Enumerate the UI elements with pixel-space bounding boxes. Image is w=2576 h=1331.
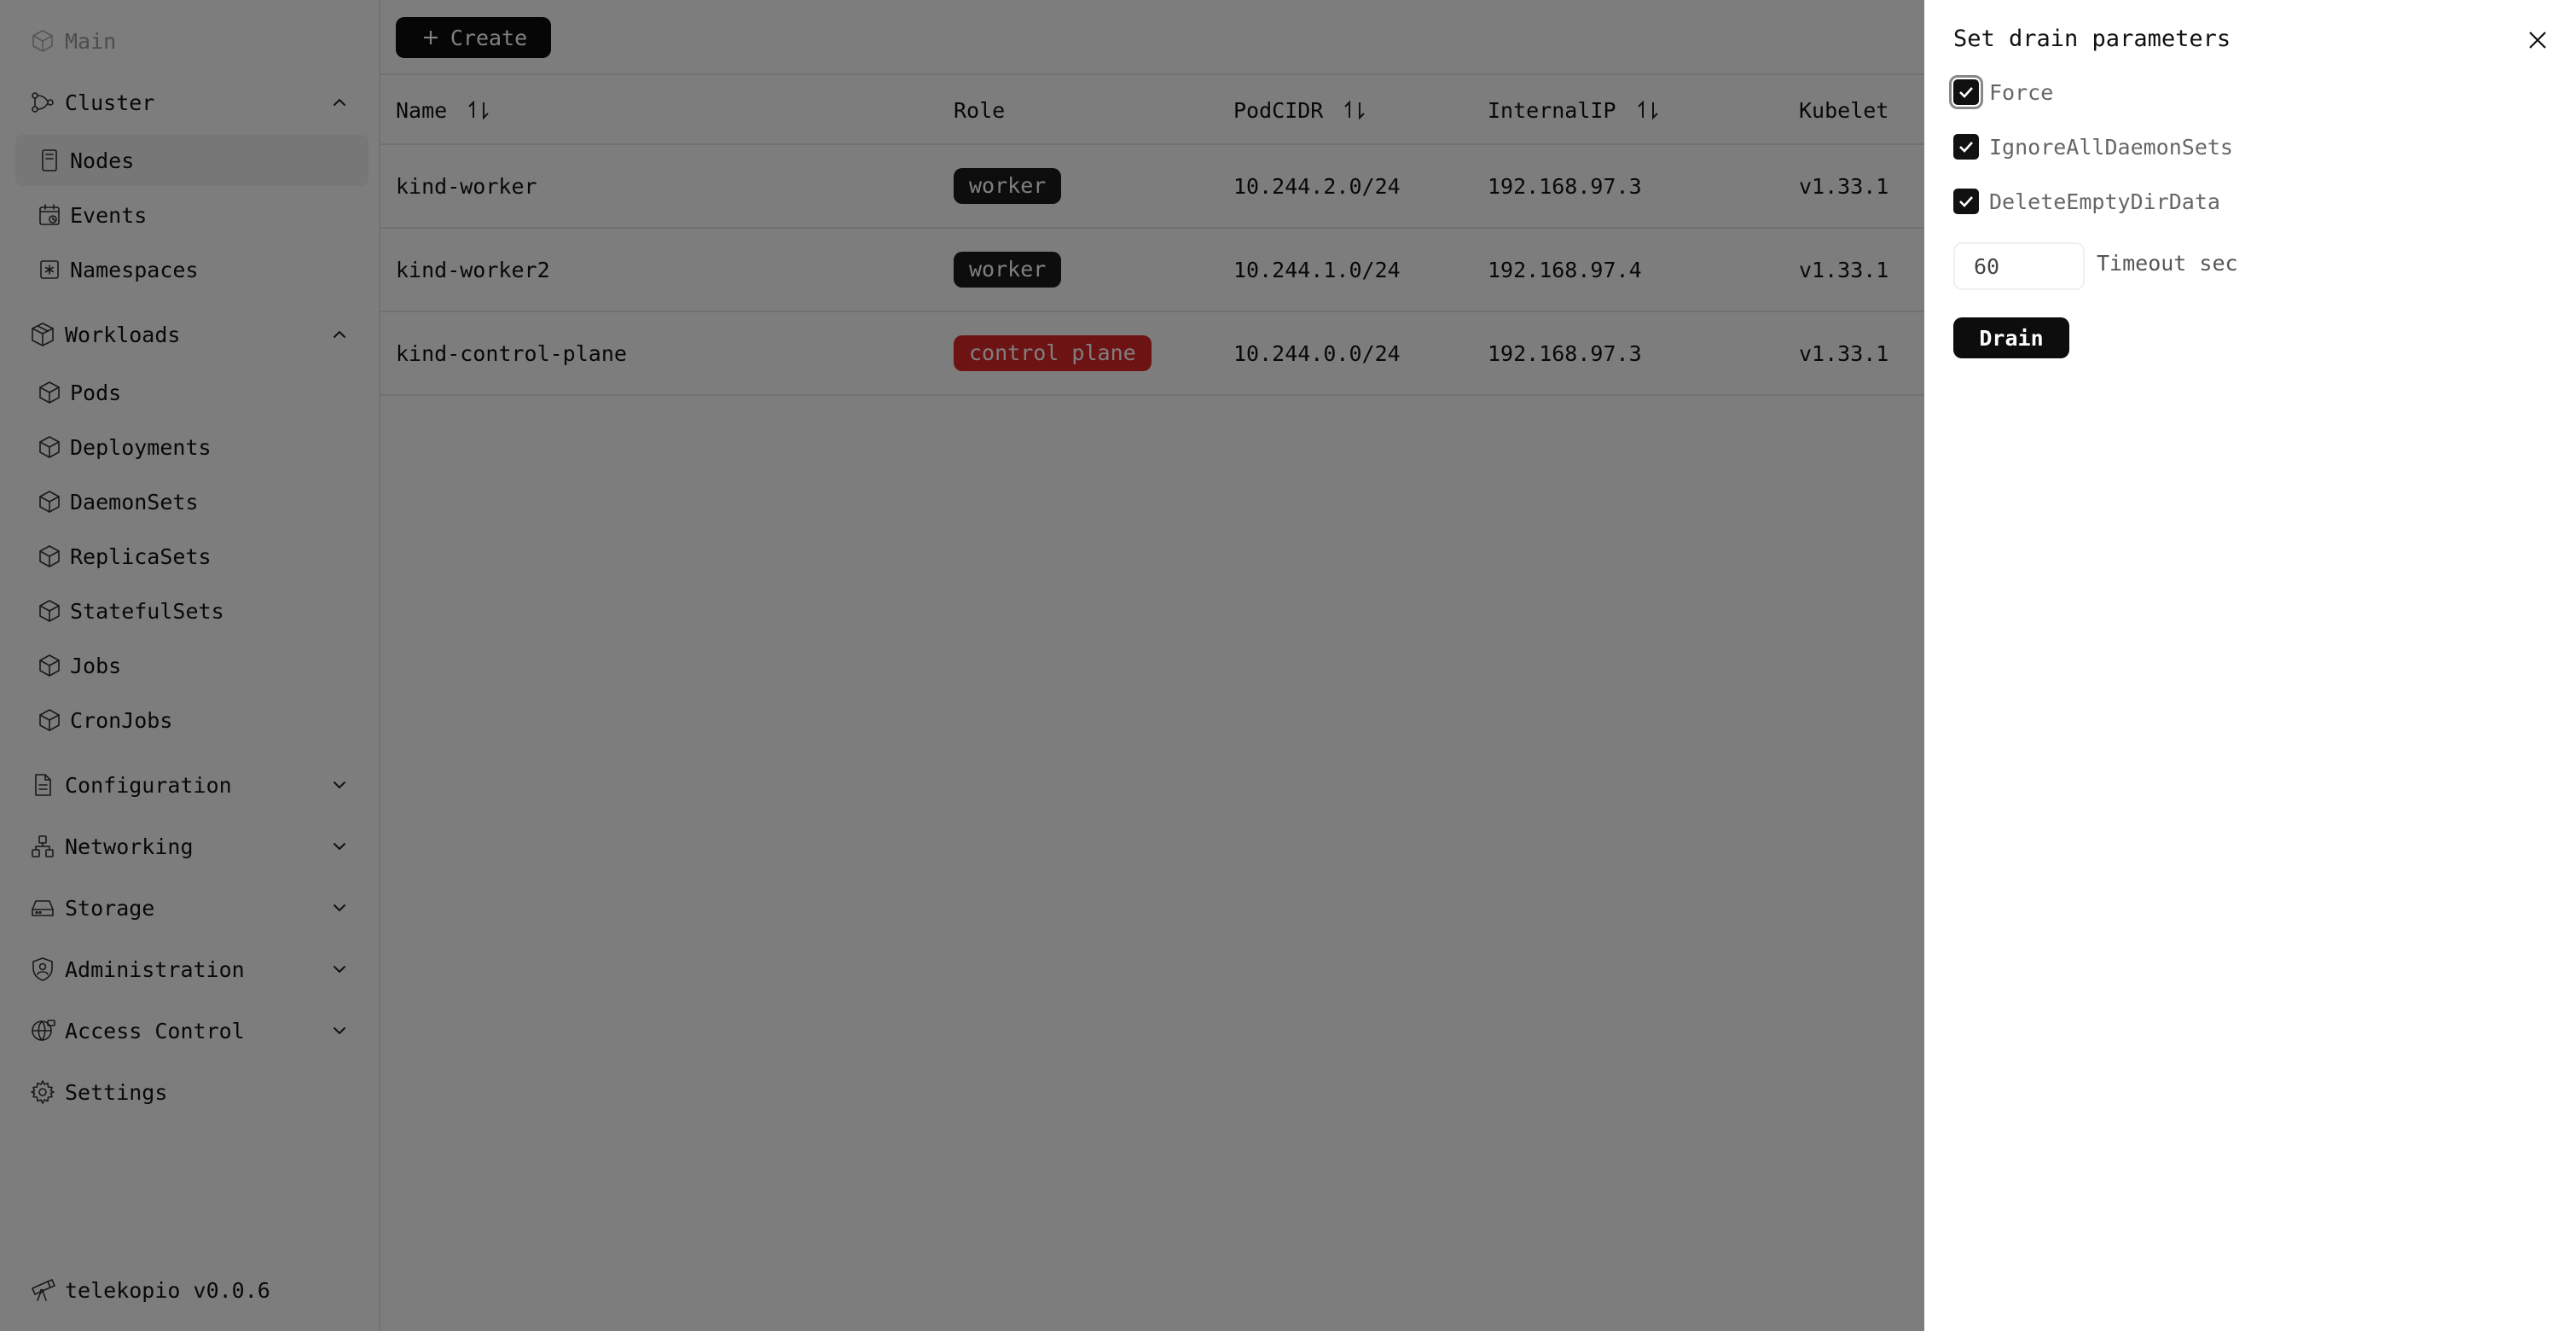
delete-emptydir-label: DeleteEmptyDirData xyxy=(1989,189,2220,214)
force-option: Force xyxy=(1949,75,2054,109)
timeout-input[interactable] xyxy=(1953,242,2085,290)
drain-drawer: Set drain parameters Force IgnoreAllDaem… xyxy=(1924,0,2576,1331)
close-button[interactable] xyxy=(2523,26,2552,55)
ignore-daemonsets-option: IgnoreAllDaemonSets xyxy=(1953,130,2233,164)
close-icon xyxy=(2529,32,2546,49)
ignore-daemonsets-checkbox[interactable] xyxy=(1953,134,1979,160)
force-label: Force xyxy=(1989,79,2054,105)
check-icon xyxy=(1959,87,1973,98)
delete-emptydir-checkbox[interactable] xyxy=(1953,189,1979,214)
delete-emptydir-option: DeleteEmptyDirData xyxy=(1953,184,2220,218)
drawer-title: Set drain parameters xyxy=(1953,26,2231,52)
modal-overlay[interactable] xyxy=(0,0,1924,1331)
ignore-daemonsets-label: IgnoreAllDaemonSets xyxy=(1989,134,2233,160)
check-icon xyxy=(1959,196,1973,207)
drain-button[interactable]: Drain xyxy=(1953,317,2069,358)
check-icon xyxy=(1959,142,1973,153)
force-checkbox[interactable] xyxy=(1949,75,1983,109)
timeout-label: Timeout sec xyxy=(2097,251,2238,276)
